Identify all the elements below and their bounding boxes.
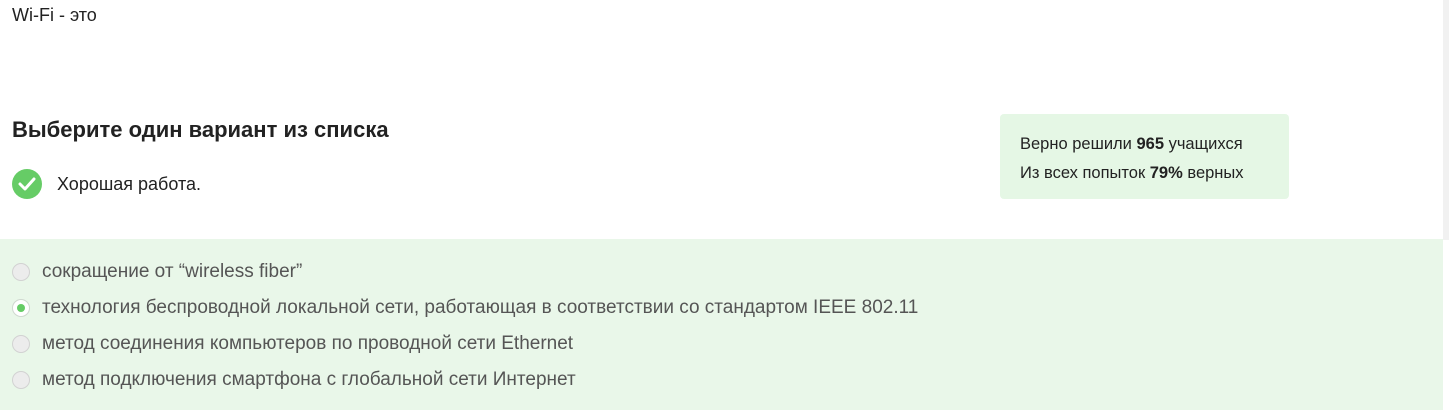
option-label: сокращение от “wireless fiber” <box>42 261 303 282</box>
radio-button-selected[interactable] <box>12 299 30 317</box>
radio-button[interactable] <box>12 263 30 281</box>
option-1[interactable]: сокращение от “wireless fiber” <box>12 261 302 283</box>
stats-percent-suffix: верных <box>1182 164 1244 182</box>
feedback: Хорошая работа. <box>12 169 201 199</box>
option-4[interactable]: метод подключения смартфона с глобальной… <box>12 369 576 391</box>
stats-box: Верно решили 965 учащихся Из всех попыто… <box>1000 114 1289 199</box>
stats-percent-prefix: Из всех попыток <box>1020 164 1150 182</box>
options-panel: сокращение от “wireless fiber” технологи… <box>0 239 1443 410</box>
stats-solved-line: Верно решили 965 учащихся <box>1020 130 1289 159</box>
solved-count: 965 <box>1136 135 1164 153</box>
question-text: Wi-Fi - это <box>12 5 97 25</box>
option-2[interactable]: технология беспроводной локальной сети, … <box>12 297 918 319</box>
feedback-text: Хорошая работа. <box>57 173 202 194</box>
correct-percent: 79% <box>1149 164 1183 182</box>
stats-solved-prefix: Верно решили <box>1020 135 1137 153</box>
option-label: метод соединения компьютеров по проводно… <box>42 333 574 354</box>
radio-button[interactable] <box>12 335 30 353</box>
instruction-heading: Выберите один вариант из списка <box>12 117 389 142</box>
scrollbar[interactable] <box>1443 0 1449 240</box>
stats-percent-line: Из всех попыток 79% верных <box>1020 159 1289 188</box>
option-label: технология беспроводной локальной сети, … <box>42 297 919 318</box>
stats-solved-suffix: учащихся <box>1164 135 1243 153</box>
option-label: метод подключения смартфона с глобальной… <box>42 369 576 390</box>
radio-selected-dot <box>17 304 25 312</box>
option-3[interactable]: метод соединения компьютеров по проводно… <box>12 333 573 355</box>
check-icon <box>12 169 42 199</box>
radio-button[interactable] <box>12 371 30 389</box>
